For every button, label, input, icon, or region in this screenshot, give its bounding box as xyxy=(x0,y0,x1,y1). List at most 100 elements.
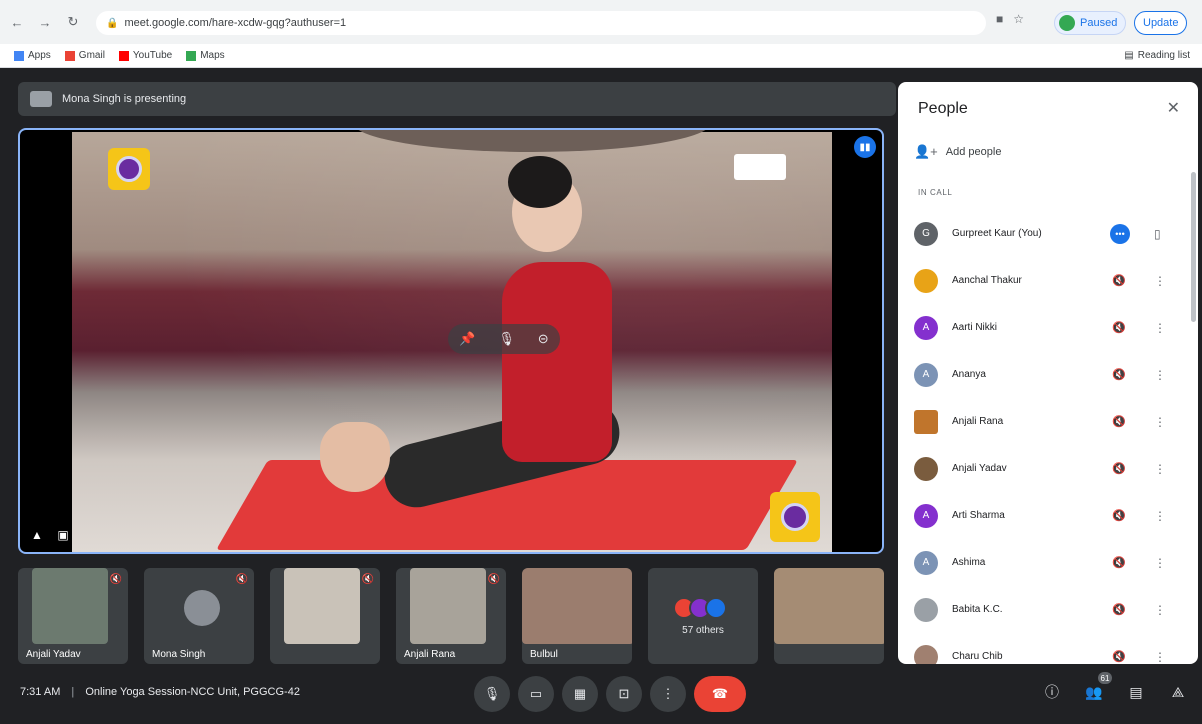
bookmark-youtube[interactable]: YouTube xyxy=(118,50,173,61)
more-vert-icon[interactable]: ⋮ xyxy=(1154,462,1166,476)
participant-tile[interactable]: 🔇 xyxy=(270,568,380,664)
present-button[interactable]: ⊡ xyxy=(606,676,642,712)
camera-button[interactable]: ▭ xyxy=(518,676,554,712)
participant-row[interactable]: G Gurpreet Kaur (You) ••• ▯ xyxy=(898,210,1190,257)
participant-video xyxy=(32,568,108,644)
pin-icon[interactable]: 📌 xyxy=(459,331,475,347)
others-tile[interactable]: 57 others xyxy=(648,568,758,664)
participant-row[interactable]: A Arti Sharma 🔇 ⋮ xyxy=(898,492,1190,539)
add-people-button[interactable]: 👤+ Add people xyxy=(914,144,1001,160)
instructor-hair xyxy=(508,156,572,208)
participant-row[interactable]: A Aarti Nikki 🔇 ⋮ xyxy=(898,304,1190,351)
participant-row[interactable]: A Ashima 🔇 ⋮ xyxy=(898,539,1190,586)
participant-row[interactable]: Aanchal Thakur 🔇 ⋮ xyxy=(898,257,1190,304)
more-vert-icon[interactable]: ⋮ xyxy=(1154,415,1166,429)
participant-row[interactable]: Babita K.C. 🔇 ⋮ xyxy=(898,586,1190,633)
participant-avatar: A xyxy=(914,503,938,528)
participant-tile[interactable] xyxy=(774,568,884,664)
pin-tile-icon[interactable]: ▲ xyxy=(28,526,46,544)
tile-bottom-icons: ▲ ▣ xyxy=(28,526,72,544)
presentation-tile[interactable]: 📌 🎙 ⊝ ▮▮ ▲ ▣ xyxy=(18,128,884,554)
more-vert-icon[interactable]: ⋮ xyxy=(1154,603,1166,617)
reading-list-label: Reading list xyxy=(1137,50,1190,61)
back-icon[interactable]: ← xyxy=(6,11,28,33)
mic-icon[interactable]: 🎙 xyxy=(498,331,515,347)
mic-button[interactable]: 🎙 xyxy=(474,676,510,712)
more-vert-icon[interactable]: ⋮ xyxy=(1154,556,1166,570)
star-icon[interactable]: ☆ xyxy=(1013,12,1024,26)
participant-tile[interactable]: 🔇 Anjali Rana xyxy=(396,568,506,664)
bookmark-gmail[interactable]: Gmail xyxy=(64,50,105,61)
participant-name: Babita K.C. xyxy=(952,604,1003,615)
activities-button[interactable]: ⟁ xyxy=(1166,680,1190,704)
address-bar[interactable]: 🔒 meet.google.com/hare-xcdw-gqg?authuser… xyxy=(96,11,986,35)
activities-icon: ⟁ xyxy=(1171,683,1185,700)
participant-name: Aarti Nikki xyxy=(952,322,998,333)
present-icon: ⊡ xyxy=(618,686,630,701)
forward-icon[interactable]: → xyxy=(34,11,56,33)
participant-name: Aanchal Thakur xyxy=(952,275,1022,286)
pin-icon[interactable]: ▯ xyxy=(1154,227,1161,241)
participant-tile[interactable]: Bulbul xyxy=(522,568,632,664)
mic-off-icon: 🔇 xyxy=(1112,322,1126,334)
mic-off-icon: 🔇 xyxy=(361,574,374,585)
captions-button[interactable]: ▦ xyxy=(562,676,598,712)
leave-call-button[interactable]: ☎ xyxy=(694,676,746,712)
more-vert-icon[interactable]: ⋮ xyxy=(1154,509,1166,523)
add-people-label: Add people xyxy=(945,146,1002,158)
channel-logo xyxy=(108,148,150,190)
participant-avatar: A xyxy=(914,315,938,340)
participant-tile[interactable]: 🔇 Anjali Yadav xyxy=(18,568,128,664)
apps-icon xyxy=(14,50,24,61)
participant-avatar xyxy=(914,644,938,664)
participant-row[interactable]: Charu Chib 🔇 ⋮ xyxy=(898,633,1190,664)
people-button[interactable]: 👥 61 xyxy=(1082,672,1112,704)
participant-name: Anjali Yadav xyxy=(26,649,81,660)
mic-off-icon: 🔇 xyxy=(1112,416,1126,428)
screen-share-icon: ▣ xyxy=(57,528,69,542)
others-avatars xyxy=(673,596,727,619)
participant-avatar xyxy=(914,409,938,434)
reload-icon[interactable]: ↻ xyxy=(62,11,84,33)
youtube-icon xyxy=(118,50,129,61)
bookmark-apps[interactable]: Apps xyxy=(14,50,51,61)
more-vert-icon[interactable]: ⋮ xyxy=(1154,368,1166,382)
participant-name: Bulbul xyxy=(530,649,558,660)
participant-name: Ashima xyxy=(952,557,986,568)
captions-icon: ▦ xyxy=(573,686,587,701)
more-options-icon[interactable]: ⊝ xyxy=(538,331,549,347)
meeting-info: 7:31 AM | Online Yoga Session-NCC Unit, … xyxy=(20,686,300,698)
hang-up-icon: ☎ xyxy=(711,686,729,701)
participant-avatar xyxy=(914,268,938,293)
participant-name: Arti Sharma xyxy=(952,510,1005,521)
channel-watermark xyxy=(770,492,820,542)
reading-list-button[interactable]: ▤ Reading list xyxy=(1124,50,1190,61)
update-button[interactable]: Update xyxy=(1134,11,1188,35)
camera-icon[interactable]: ■ xyxy=(996,12,1003,26)
more-vert-icon[interactable]: ⋮ xyxy=(1154,274,1166,288)
side-controls: ⓘ 👥 61 ▤ ⟁ xyxy=(1040,672,1190,704)
instructor-foot xyxy=(320,422,390,492)
people-icon: 👥 xyxy=(1085,683,1103,700)
profile-paused-button[interactable]: Paused xyxy=(1054,11,1127,35)
bookmark-label: YouTube xyxy=(132,50,173,61)
presenter-avatar xyxy=(30,91,52,107)
add-person-icon: 👤+ xyxy=(914,144,938,159)
participant-row[interactable]: Anjali Yadav 🔇 ⋮ xyxy=(898,445,1190,492)
meeting-details-button[interactable]: ⓘ xyxy=(1040,680,1064,704)
more-vert-icon[interactable]: ⋮ xyxy=(1154,650,1166,664)
mic-off-icon: 🔇 xyxy=(1112,510,1126,522)
chat-button[interactable]: ▤ xyxy=(1124,680,1148,704)
close-icon[interactable]: ✕ xyxy=(1167,98,1180,118)
info-icon: ⓘ xyxy=(1045,684,1059,700)
participant-row[interactable]: Anjali Rana 🔇 ⋮ xyxy=(898,398,1190,445)
people-scrollbar[interactable] xyxy=(1191,172,1196,322)
bookmark-maps[interactable]: Maps xyxy=(186,50,225,61)
camera-icon: ▭ xyxy=(529,686,543,701)
more-options-button[interactable]: ⋮ xyxy=(650,676,686,712)
people-panel-title: People xyxy=(918,100,968,117)
participant-row[interactable]: A Ananya 🔇 ⋮ xyxy=(898,351,1190,398)
participant-tile[interactable]: 🔇 Mona Singh xyxy=(144,568,254,664)
participant-list: G Gurpreet Kaur (You) ••• ▯ Aanchal Thak… xyxy=(898,210,1190,664)
more-vert-icon[interactable]: ⋮ xyxy=(1154,321,1166,335)
